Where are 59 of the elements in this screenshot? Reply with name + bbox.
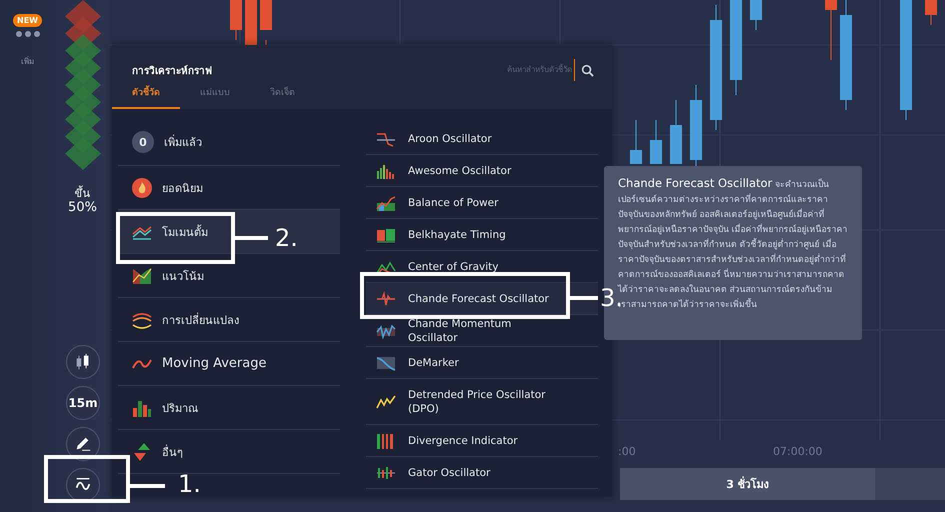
candle: [230, 0, 242, 40]
bar-chart-icon: [376, 162, 396, 178]
step-line-icon: [376, 130, 396, 146]
category-item[interactable]: 0 เพิ่มแล้ว: [118, 119, 340, 166]
category-item[interactable]: แนวโน้ม: [118, 254, 340, 298]
period-button[interactable]: 3 ชั่วโมง: [620, 468, 875, 500]
up-down-arrows-icon: [132, 442, 152, 462]
candle: [245, 0, 257, 46]
timeframe-button[interactable]: 15m: [66, 386, 100, 420]
category-item[interactable]: Moving Average: [118, 342, 340, 386]
more-label: เพิ่ม: [21, 55, 34, 68]
blocks-icon: [376, 226, 396, 242]
pencil-icon: [74, 435, 92, 453]
candle: [825, 0, 837, 60]
jagged-line-icon: [376, 394, 396, 410]
trend-chart-icon: [132, 266, 152, 286]
tooltip-text: Chande Forecast Oscillator จะคำนวณเป็นเปอร์เซนต์ความต่างระหว่างราคาที่คาดการณ์และราคาปัจจุบันของหลักทรัพย์ ออสคิเลเตอร์อยู่เหนือศูนย์เมื่อค่าที่พยากรณ์อยู่เหนือราคาปัจจุบัน เมื่อค่าที่พยากรณ์อยู่เหนือราคาปัจจุบันสำหรับช่วงเวลาที่กำหนด ตัวชี้วัดอยู่ต่ำกว่าศูนย์ เมื่อราคาปัจจุบันของตราสารสำหรับช่วงเวลาที่กำหนดอยู่ต่ำกว่าที่คาดการณ์ของออสคิเลเตอร์ นี่หมายความว่าเราสามารถคาดได้ว่าราคาจะลดลงในอนาคต ส่วนสถานการณ์ตรงกันข้าม เราสามารถคาดได้ว่าราคาจะเพิ่มขึ้น: [618, 176, 848, 312]
time-label: :00: [618, 445, 636, 458]
candles-button[interactable]: [66, 345, 100, 379]
new-badge: NEW: [13, 14, 42, 27]
histogram-icon: [376, 464, 396, 480]
candle: [260, 0, 272, 46]
indicator-item[interactable]: Divergence Indicator: [366, 425, 598, 457]
search-field[interactable]: ค้นหาสำหรับตัวชี้วัด: [420, 59, 575, 81]
candle: [670, 100, 682, 164]
count-badge: 0: [132, 131, 154, 153]
tab[interactable]: ตัวชี้วัด: [112, 81, 180, 109]
sentiment-label: ขึ้น: [74, 188, 90, 200]
indicator-item[interactable]: Gator Oscillator: [366, 457, 598, 489]
step-number: 1.: [178, 472, 201, 496]
indicator-item[interactable]: Chande Momentum Oscillator: [366, 315, 598, 347]
wave-chart-icon: [376, 322, 396, 338]
indicator-item[interactable]: Balance of Power: [366, 187, 598, 219]
indicator-item[interactable]: Aroon Oscillator: [366, 123, 598, 155]
category-item[interactable]: อื่นๆ: [118, 430, 340, 474]
wave-button[interactable]: [66, 468, 100, 502]
line-chart-icon: [376, 194, 396, 210]
slope-chart-icon: [376, 354, 396, 370]
indicator-item[interactable]: Chande Forecast Oscillator: [366, 283, 598, 315]
indicator-item[interactable]: DeMarker: [366, 347, 598, 379]
panel-title: การวิเคราะห์กราฟ: [132, 64, 213, 78]
candle: [925, 0, 937, 26]
candle: [630, 120, 642, 164]
indicator-item[interactable]: Awesome Oscillator: [366, 155, 598, 187]
time-label: 07:00:00: [773, 445, 822, 458]
flame-icon: [132, 178, 152, 198]
candle: [750, 0, 762, 30]
candle: [650, 120, 662, 164]
more-icon: [14, 31, 40, 37]
indicator-item[interactable]: Detrended Price Oscillator (DPO): [366, 379, 598, 425]
timeline-bar: [875, 468, 945, 500]
search-icon: [581, 64, 594, 76]
vertical-bars-icon: [376, 432, 396, 448]
sentiment-value: 50%: [68, 200, 97, 215]
category-item[interactable]: ปริมาณ: [118, 386, 340, 430]
indicator-item[interactable]: Belkhayate Timing: [366, 219, 598, 251]
category-item[interactable]: การเปลี่ยนแปลง: [118, 298, 340, 342]
step-number: 2.: [275, 226, 298, 250]
pulse-line-icon: [376, 290, 396, 306]
